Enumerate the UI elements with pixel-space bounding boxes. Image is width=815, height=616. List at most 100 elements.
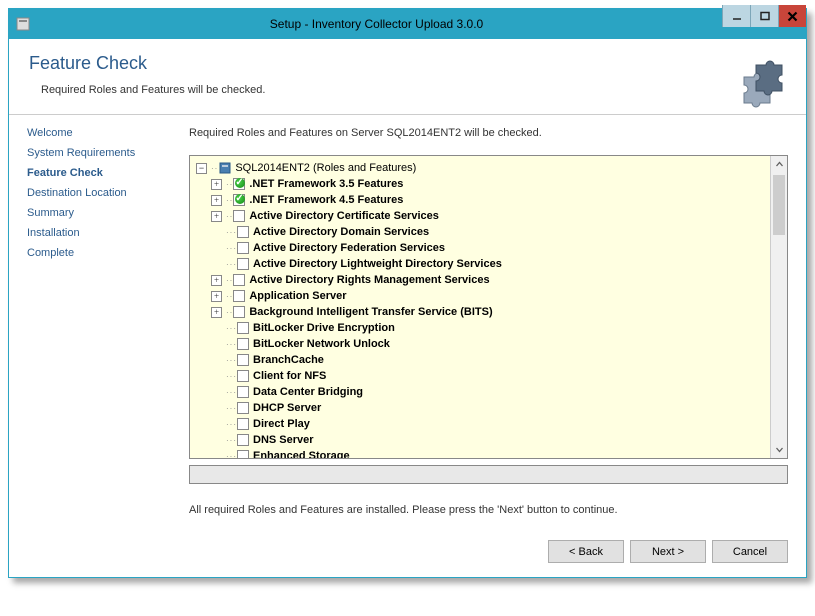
tree-item-label: Active Directory Certificate Services — [249, 210, 439, 222]
tree-item[interactable]: ···Active Directory Lightweight Director… — [196, 256, 768, 272]
main-description: Required Roles and Features on Server SQ… — [189, 127, 788, 139]
app-icon — [15, 16, 31, 32]
tree-item[interactable]: ···BitLocker Drive Encryption — [196, 320, 768, 336]
tree-item-label: .NET Framework 3.5 Features — [249, 178, 403, 190]
tree-item-label: Active Directory Lightweight Directory S… — [253, 258, 502, 270]
tree-item-label: Active Directory Rights Management Servi… — [249, 274, 489, 286]
window-title: Setup - Inventory Collector Upload 3.0.0 — [31, 17, 722, 31]
tree-item-label: Application Server — [249, 290, 346, 302]
tree-item[interactable]: ···DHCP Server — [196, 400, 768, 416]
tree-item-label: Client for NFS — [253, 370, 326, 382]
checkbox-icon[interactable] — [237, 402, 249, 414]
tree-item[interactable]: ···Active Directory Federation Services — [196, 240, 768, 256]
tree-item[interactable]: ··Background Intelligent Transfer Servic… — [196, 304, 768, 320]
tree-item[interactable]: ···Active Directory Domain Services — [196, 224, 768, 240]
tree-item[interactable]: ···DNS Server — [196, 432, 768, 448]
tree-item[interactable]: ··.NET Framework 4.5 Features — [196, 192, 768, 208]
tree-item-label: Active Directory Domain Services — [253, 226, 429, 238]
feature-tree-container: ··SQL2014ENT2 (Roles and Features)··.NET… — [189, 155, 788, 459]
tree-root[interactable]: ··SQL2014ENT2 (Roles and Features) — [196, 160, 768, 176]
sidebar-item-system-requirements[interactable]: System Requirements — [27, 147, 185, 159]
tree-item-label: Active Directory Federation Services — [253, 242, 445, 254]
next-button[interactable]: Next > — [630, 540, 706, 563]
checkbox-icon[interactable] — [237, 322, 249, 334]
checkbox-icon[interactable] — [237, 386, 249, 398]
close-button[interactable] — [778, 5, 806, 27]
feature-tree[interactable]: ··SQL2014ENT2 (Roles and Features)··.NET… — [190, 156, 770, 458]
cancel-button[interactable]: Cancel — [712, 540, 788, 563]
minimize-button[interactable] — [722, 5, 750, 27]
expand-icon[interactable] — [211, 307, 222, 318]
tree-item[interactable]: ··.NET Framework 3.5 Features — [196, 176, 768, 192]
main-panel: Required Roles and Features on Server SQ… — [189, 115, 806, 528]
tree-item-label: Background Intelligent Transfer Service … — [249, 306, 492, 318]
server-icon — [218, 161, 232, 175]
page-title: Feature Check — [29, 53, 786, 74]
tree-item[interactable]: ···Direct Play — [196, 416, 768, 432]
footer-buttons: < Back Next > Cancel — [9, 528, 806, 577]
setup-window: Setup - Inventory Collector Upload 3.0.0… — [8, 8, 807, 578]
checkbox-icon[interactable] — [237, 450, 249, 458]
tree-item[interactable]: ···BitLocker Network Unlock — [196, 336, 768, 352]
sidebar-item-summary[interactable]: Summary — [27, 207, 185, 219]
back-button[interactable]: < Back — [548, 540, 624, 563]
checkbox-icon[interactable] — [237, 226, 249, 238]
tree-item-label: BitLocker Network Unlock — [253, 338, 390, 350]
checkbox-icon[interactable] — [237, 418, 249, 430]
titlebar[interactable]: Setup - Inventory Collector Upload 3.0.0 — [9, 9, 806, 39]
checkbox-icon[interactable] — [233, 178, 245, 190]
tree-item-label: DHCP Server — [253, 402, 321, 414]
checkbox-icon[interactable] — [237, 370, 249, 382]
tree-item[interactable]: ··Active Directory Certificate Services — [196, 208, 768, 224]
checkbox-icon[interactable] — [233, 274, 245, 286]
tree-item-label: BitLocker Drive Encryption — [253, 322, 395, 334]
tree-item[interactable]: ···Data Center Bridging — [196, 384, 768, 400]
tree-item-label: Direct Play — [253, 418, 310, 430]
step-sidebar: Welcome System Requirements Feature Check D… — [9, 115, 189, 528]
tree-item-label: BranchCache — [253, 354, 324, 366]
collapse-icon[interactable] — [196, 163, 207, 174]
sidebar-item-installation[interactable]: Installation — [27, 227, 185, 239]
scroll-thumb[interactable] — [773, 175, 785, 235]
tree-item-label: DNS Server — [253, 434, 314, 446]
tree-item[interactable]: ···BranchCache — [196, 352, 768, 368]
status-text: All required Roles and Features are inst… — [189, 504, 788, 516]
checkbox-icon[interactable] — [233, 194, 245, 206]
vertical-scrollbar[interactable] — [770, 156, 787, 458]
page-subtitle: Required Roles and Features will be chec… — [41, 84, 786, 96]
expand-icon[interactable] — [211, 195, 222, 206]
tree-item-label: Enhanced Storage — [253, 450, 350, 458]
tree-item[interactable]: ··Active Directory Rights Management Ser… — [196, 272, 768, 288]
window-controls — [722, 9, 806, 39]
expand-icon[interactable] — [211, 275, 222, 286]
progress-bar — [189, 465, 788, 484]
checkbox-icon[interactable] — [237, 434, 249, 446]
checkbox-icon[interactable] — [237, 338, 249, 350]
tree-root-label: SQL2014ENT2 (Roles and Features) — [235, 162, 416, 174]
header-panel: Feature Check Required Roles and Feature… — [9, 39, 806, 115]
tree-item-label: .NET Framework 4.5 Features — [249, 194, 403, 206]
checkbox-icon[interactable] — [233, 210, 245, 222]
scroll-down-button[interactable] — [771, 441, 787, 458]
checkbox-icon[interactable] — [233, 306, 245, 318]
tree-item-label: Data Center Bridging — [253, 386, 363, 398]
puzzle-icon — [738, 59, 788, 114]
sidebar-item-welcome[interactable]: Welcome — [27, 127, 185, 139]
checkbox-icon[interactable] — [237, 242, 249, 254]
scroll-track[interactable] — [771, 173, 787, 441]
sidebar-item-feature-check[interactable]: Feature Check — [27, 167, 185, 179]
sidebar-item-complete[interactable]: Complete — [27, 247, 185, 259]
checkbox-icon[interactable] — [233, 290, 245, 302]
expand-icon[interactable] — [211, 179, 222, 190]
expand-icon[interactable] — [211, 211, 222, 222]
sidebar-item-destination-location[interactable]: Destination Location — [27, 187, 185, 199]
expand-icon[interactable] — [211, 291, 222, 302]
checkbox-icon[interactable] — [237, 354, 249, 366]
body: Welcome System Requirements Feature Check D… — [9, 115, 806, 528]
maximize-button[interactable] — [750, 5, 778, 27]
scroll-up-button[interactable] — [771, 156, 787, 173]
checkbox-icon[interactable] — [237, 258, 249, 270]
tree-item[interactable]: ···Enhanced Storage — [196, 448, 768, 458]
tree-item[interactable]: ··Application Server — [196, 288, 768, 304]
tree-item[interactable]: ···Client for NFS — [196, 368, 768, 384]
